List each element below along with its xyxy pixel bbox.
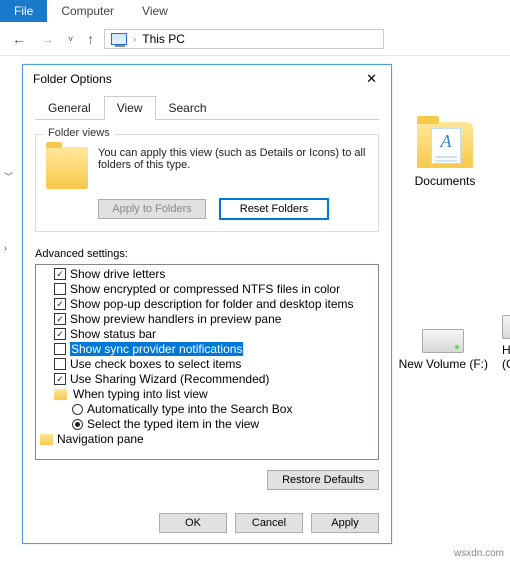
ribbon-file-tab[interactable]: File	[0, 0, 47, 22]
opt-popup-desc[interactable]: Show pop-up description for folder and d…	[36, 297, 378, 312]
option-label: Use check boxes to select items	[70, 357, 241, 371]
drive-label-partial: H	[502, 343, 510, 357]
option-label: Show encrypted or compressed NTFS files …	[70, 282, 340, 296]
option-label: Use Sharing Wizard (Recommended)	[70, 372, 269, 386]
tab-view[interactable]: View	[104, 96, 156, 120]
option-label: Navigation pane	[57, 432, 144, 446]
folder-icon	[46, 147, 88, 189]
checkbox-icon[interactable]	[54, 313, 66, 325]
up-icon[interactable]: ↑	[83, 31, 98, 47]
drive-icon	[422, 329, 464, 353]
option-label: Select the typed item in the view	[87, 417, 259, 431]
folder-icon: A	[417, 122, 473, 168]
drive-label: New Volume (F:)	[399, 357, 488, 371]
watermark: wsxdn.com	[454, 548, 504, 559]
opt-navigation-pane[interactable]: Navigation pane	[36, 432, 378, 447]
folder-options-dialog: Folder Options ✕ General View Search Fol…	[22, 64, 392, 544]
option-label: Automatically type into the Search Box	[87, 402, 292, 416]
apply-to-folders-button: Apply to Folders	[98, 199, 206, 219]
folder-views-group: Folder views You can apply this view (su…	[35, 134, 379, 232]
ribbon-computer-tab[interactable]: Computer	[47, 1, 128, 21]
group-label: Folder views	[44, 127, 114, 139]
ribbon-view-tab[interactable]: View	[128, 1, 182, 21]
option-label: Show drive letters	[70, 267, 165, 281]
ok-button[interactable]: OK	[159, 513, 227, 533]
opt-ntfs-color[interactable]: Show encrypted or compressed NTFS files …	[36, 282, 378, 297]
folder-views-desc: You can apply this view (such as Details…	[98, 147, 368, 171]
folder-icon	[54, 389, 67, 400]
opt-typing-select[interactable]: Select the typed item in the view	[36, 417, 378, 432]
advanced-settings-label: Advanced settings:	[35, 248, 379, 260]
drive-icon	[502, 315, 510, 339]
checkbox-icon[interactable]	[54, 283, 66, 295]
tabstrip: General View Search	[35, 95, 379, 120]
back-icon[interactable]: ←	[8, 31, 30, 47]
cancel-button[interactable]: Cancel	[235, 513, 303, 533]
checkbox-icon[interactable]	[54, 298, 66, 310]
navigation-bar: ← → ˅ ↑ › This PC	[0, 22, 510, 56]
chevron-right-icon[interactable]: ›	[133, 34, 136, 44]
address-bar[interactable]: › This PC	[104, 29, 384, 49]
advanced-settings-tree[interactable]: Show drive letters Show encrypted or com…	[35, 264, 379, 460]
option-label: Show preview handlers in preview pane	[70, 312, 281, 326]
opt-use-checkboxes[interactable]: Use check boxes to select items	[36, 357, 378, 372]
checkbox-icon[interactable]	[54, 373, 66, 385]
tab-general[interactable]: General	[35, 96, 104, 120]
option-label: Show status bar	[70, 327, 156, 341]
close-icon[interactable]: ✕	[360, 71, 383, 87]
reset-folders-button[interactable]: Reset Folders	[220, 199, 328, 219]
dialog-titlebar[interactable]: Folder Options ✕	[23, 65, 391, 95]
tab-search[interactable]: Search	[156, 96, 220, 120]
opt-typing-header: When typing into list view	[36, 387, 378, 402]
opt-preview-handlers[interactable]: Show preview handlers in preview pane	[36, 312, 378, 327]
opt-sync-notifications[interactable]: Show sync provider notifications	[36, 342, 378, 357]
nav-pane-icon	[40, 434, 53, 445]
folder-label: Documents	[410, 174, 480, 188]
dialog-buttons: OK Cancel Apply	[159, 513, 379, 533]
checkbox-icon[interactable]	[54, 343, 66, 355]
history-chevron-icon[interactable]: ˅	[64, 34, 77, 44]
option-label: Show pop-up description for folder and d…	[70, 297, 354, 311]
drive-label-partial: (G	[502, 357, 510, 371]
opt-status-bar[interactable]: Show status bar	[36, 327, 378, 342]
checkbox-icon[interactable]	[54, 358, 66, 370]
dialog-title: Folder Options	[33, 72, 112, 86]
apply-button[interactable]: Apply	[311, 513, 379, 533]
opt-show-drive-letters[interactable]: Show drive letters	[36, 267, 378, 282]
checkbox-icon[interactable]	[54, 268, 66, 280]
documents-folder[interactable]: A Documents	[410, 122, 480, 188]
forward-icon[interactable]: →	[36, 31, 58, 47]
drive-f[interactable]: New Volume (F:)	[399, 329, 488, 371]
opt-typing-auto[interactable]: Automatically type into the Search Box	[36, 402, 378, 417]
opt-sharing-wizard[interactable]: Use Sharing Wizard (Recommended)	[36, 372, 378, 387]
radio-icon[interactable]	[72, 404, 83, 415]
option-label: When typing into list view	[73, 387, 208, 401]
restore-defaults-button[interactable]: Restore Defaults	[267, 470, 379, 490]
address-location[interactable]: This PC	[142, 32, 185, 46]
drive-g-partial[interactable]: H (G	[502, 315, 510, 371]
option-label: Show sync provider notifications	[70, 342, 243, 356]
ribbon: File Computer View	[0, 0, 510, 22]
radio-icon[interactable]	[72, 419, 83, 430]
this-pc-icon	[111, 33, 127, 45]
checkbox-icon[interactable]	[54, 328, 66, 340]
